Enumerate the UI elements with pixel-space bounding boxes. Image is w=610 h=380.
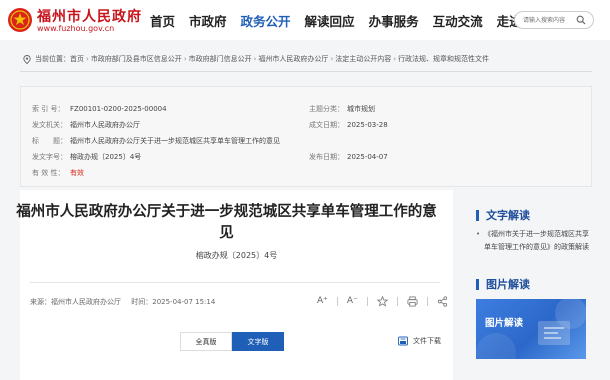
print-button[interactable]	[407, 294, 418, 308]
nav-item[interactable]: 解读回应	[305, 11, 355, 30]
download-icon	[398, 336, 408, 346]
site-url: www.fuzhou.gov.cn	[37, 24, 115, 33]
heading-bar	[476, 278, 479, 290]
breadcrumb-link[interactable]: 首页	[70, 54, 84, 64]
full-version-button[interactable]: 全真版	[180, 332, 232, 351]
location-pin-icon	[23, 54, 31, 64]
search-box[interactable]	[514, 11, 594, 29]
main-nav: 首页市政府政务公开解读回应办事服务互动交流走进福州	[150, 11, 561, 30]
article-source: 来源：福州市人民政府办公厅	[30, 298, 121, 306]
share-icon	[437, 295, 447, 307]
breadcrumb-separator: ›	[393, 55, 397, 63]
nav-item[interactable]: 市政府	[189, 11, 227, 30]
breadcrumb-link[interactable]: 行政法规、规章和规范性文件	[398, 54, 489, 64]
image-interpretation-heading: 图片解读	[476, 276, 530, 292]
nav-item[interactable]: 政务公开	[241, 11, 291, 30]
article-doc-number: 榕政办规〔2025〕4号	[195, 251, 278, 260]
info-published-date: 发布日期： 2025-04-07	[309, 153, 388, 161]
tool-divider	[426, 296, 428, 306]
favorite-button[interactable]	[376, 294, 388, 308]
article-tools: A⁺ A⁻	[317, 294, 448, 308]
decorative-pattern	[476, 299, 586, 359]
breadcrumb-link[interactable]: 法定主动公开内容	[335, 54, 391, 64]
share-button[interactable]	[437, 294, 448, 308]
info-validity: 有 效 性： 有效	[32, 169, 84, 177]
site-title[interactable]: 福州市人民政府	[37, 6, 142, 26]
download-label: 文件下载	[413, 337, 441, 345]
nav-item[interactable]: 首页	[150, 11, 175, 30]
breadcrumb-separator: ›	[183, 55, 187, 63]
breadcrumb-separator: ›	[330, 55, 334, 63]
breadcrumb-separator: ›	[253, 55, 257, 63]
font-decrease-button[interactable]: A⁻	[347, 294, 358, 308]
breadcrumb: 当前位置： 首页 › 市政府部门及县市区信息公开 › 市政府部门信息公开 › 福州市人民政府…	[23, 52, 593, 66]
info-issuer: 发文机关： 福州市人民政府办公厅	[32, 121, 140, 129]
article-meta: 来源：福州市人民政府办公厅 时间：2025-04-07 15:14	[30, 297, 223, 307]
info-subject: 主题分类： 城市规划	[309, 105, 375, 113]
document-info-box: 索 引 号： FZ00101-0200-2025-00004 主题分类： 城市规划 …	[20, 86, 592, 187]
file-download-link[interactable]: 文件下载	[398, 336, 441, 346]
article-time: 时间：2025-04-07 15:14	[131, 298, 216, 306]
printer-icon	[407, 296, 418, 306]
tool-divider	[336, 296, 338, 306]
nav-item[interactable]: 互动交流	[433, 11, 483, 30]
text-interpretation-link[interactable]: 《福州市关于进一步规范城区共享单车管理工作的意见》的政策解读	[476, 228, 592, 253]
heading-bar	[476, 209, 479, 221]
breadcrumb-link[interactable]: 福州市人民政府办公厅	[258, 54, 328, 64]
site-header: 福州市人民政府 www.fuzhou.gov.cn 首页 市政府 政务公开 解读回应办…	[0, 0, 610, 40]
tool-divider	[396, 296, 398, 306]
version-toggle: 全真版 文字版	[180, 332, 284, 351]
info-title: 标 题： 福州市人民政府办公厅关于进一步规范城区共享单车管理工作的意见	[32, 137, 280, 145]
breadcrumb-link[interactable]: 市政府部门及县市区信息公开	[91, 54, 182, 64]
nav-item[interactable]: 办事服务	[369, 11, 419, 30]
breadcrumb-label: 当前位置：	[35, 55, 70, 63]
breadcrumb-link[interactable]: 市政府部门信息公开	[189, 54, 252, 64]
text-version-button[interactable]: 文字版	[232, 332, 284, 351]
meta-divider	[30, 282, 440, 283]
image-interpretation-card[interactable]: 图片解读	[476, 299, 586, 359]
image-card-label: 图片解读	[485, 318, 524, 329]
breadcrumb-separator: ›	[86, 55, 89, 63]
font-increase-button[interactable]: A⁺	[317, 294, 328, 308]
info-index: 索 引 号： FZ00101-0200-2025-00004	[32, 105, 167, 113]
emblem-logo-icon[interactable]	[7, 7, 33, 33]
star-icon	[376, 295, 388, 307]
search-input[interactable]	[523, 14, 575, 26]
text-interpretation-heading: 文字解读	[476, 207, 530, 223]
breadcrumb-divider	[20, 71, 592, 72]
tool-divider	[366, 296, 368, 306]
article-title: 福州市人民政府办公厅关于进一步规范城区共享单车管理工作的意见	[16, 204, 437, 241]
search-icon[interactable]	[576, 15, 586, 25]
info-created-date: 成文日期： 2025-03-28	[309, 121, 388, 129]
validity-status: 有效	[70, 169, 84, 177]
info-doc-number: 发文字号： 榕政办规〔2025〕4号	[32, 153, 142, 161]
